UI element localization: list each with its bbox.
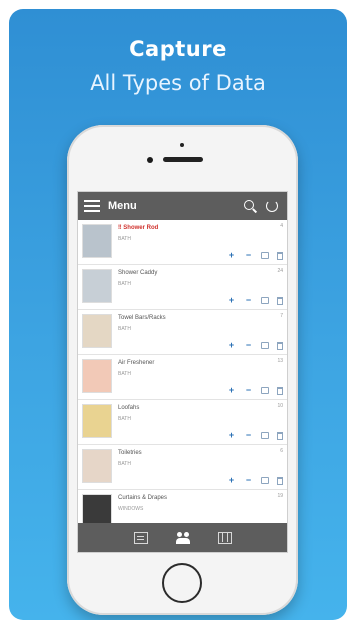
trash-icon[interactable]: [277, 476, 283, 485]
plus-icon[interactable]: +: [227, 341, 236, 350]
item-category: BATH: [118, 236, 131, 242]
item-category: BATH: [118, 281, 131, 287]
refresh-icon[interactable]: [263, 197, 281, 215]
inventory-icon[interactable]: [261, 342, 269, 349]
item-category: WINDOWS: [118, 506, 144, 512]
trash-icon[interactable]: [277, 251, 283, 260]
item-actions: + −: [227, 251, 283, 260]
list-item[interactable]: Shower Caddy BATH 24 + −: [78, 265, 287, 310]
phone-frame: Menu ‼ Shower Rod BATH 4 + − Shower Caddy BATH…: [67, 125, 298, 615]
item-category: BATH: [118, 371, 131, 377]
minus-icon[interactable]: −: [244, 476, 253, 485]
users-icon[interactable]: [175, 531, 190, 544]
item-thumbnail: [82, 359, 112, 393]
minus-icon[interactable]: −: [244, 251, 253, 260]
item-name: ‼ Shower Rod: [118, 225, 159, 231]
trash-icon[interactable]: [277, 296, 283, 305]
item-name: Air Freshener: [118, 360, 155, 366]
item-actions: + −: [227, 296, 283, 305]
item-list: ‼ Shower Rod BATH 4 + − Shower Caddy BATH 24 + − T…: [78, 220, 287, 525]
minus-icon[interactable]: −: [244, 386, 253, 395]
item-count: 19: [277, 493, 283, 499]
headline-title: Capture: [129, 37, 227, 61]
item-thumbnail: [82, 269, 112, 303]
item-name: Loofahs: [118, 405, 140, 411]
item-count: 4: [280, 223, 283, 229]
camera-icon: [147, 157, 153, 163]
bottom-tab-bar: [78, 523, 287, 552]
item-thumbnail: [82, 404, 112, 438]
item-name: Shower Caddy: [118, 270, 158, 276]
item-count: 13: [277, 358, 283, 364]
inventory-icon[interactable]: [261, 477, 269, 484]
item-count: 24: [277, 268, 283, 274]
item-name: Towel Bars/Racks: [118, 315, 166, 321]
plus-icon[interactable]: +: [227, 431, 236, 440]
inventory-icon[interactable]: [261, 432, 269, 439]
plus-icon[interactable]: +: [227, 296, 236, 305]
trash-icon[interactable]: [277, 431, 283, 440]
item-actions: + −: [227, 476, 283, 485]
item-thumbnail: [82, 224, 112, 258]
item-info: Curtains & Drapes WINDOWS: [118, 490, 287, 525]
item-count: 10: [277, 403, 283, 409]
list-item[interactable]: Toiletries BATH 6 + −: [78, 445, 287, 490]
list-item[interactable]: Towel Bars/Racks BATH 7 + −: [78, 310, 287, 355]
headline-subtitle: All Types of Data: [90, 71, 266, 95]
list-item[interactable]: ‼ Shower Rod BATH 4 + −: [78, 220, 287, 265]
item-actions: + −: [227, 386, 283, 395]
item-thumbnail: [82, 449, 112, 483]
grid-icon[interactable]: [217, 531, 232, 544]
item-count: 7: [280, 313, 283, 319]
item-thumbnail: [82, 494, 112, 525]
inventory-icon[interactable]: [261, 297, 269, 304]
plus-icon[interactable]: +: [227, 251, 236, 260]
item-category: BATH: [118, 326, 131, 332]
item-category: BATH: [118, 461, 131, 467]
hamburger-menu-icon[interactable]: [84, 200, 100, 212]
item-category: BATH: [118, 416, 131, 422]
speaker-icon: [163, 157, 203, 162]
item-name: Toiletries: [118, 450, 142, 456]
search-icon[interactable]: [241, 197, 259, 215]
promo-banner: Capture All Types of Data Menu ‼ Shower …: [9, 9, 347, 620]
plus-icon[interactable]: +: [227, 476, 236, 485]
sensor-icon: [180, 143, 184, 147]
toolbar-title: Menu: [108, 200, 137, 212]
list-item[interactable]: Air Freshener BATH 13 + −: [78, 355, 287, 400]
item-actions: + −: [227, 431, 283, 440]
list-item[interactable]: Curtains & Drapes WINDOWS 19: [78, 490, 287, 525]
app-screen: Menu ‼ Shower Rod BATH 4 + − Shower Caddy BATH…: [77, 191, 288, 553]
list-icon[interactable]: [133, 531, 148, 544]
inventory-icon[interactable]: [261, 252, 269, 259]
minus-icon[interactable]: −: [244, 341, 253, 350]
app-toolbar: Menu: [78, 192, 287, 220]
minus-icon[interactable]: −: [244, 296, 253, 305]
item-actions: + −: [227, 341, 283, 350]
trash-icon[interactable]: [277, 341, 283, 350]
home-button[interactable]: [162, 563, 202, 603]
plus-icon[interactable]: +: [227, 386, 236, 395]
trash-icon[interactable]: [277, 386, 283, 395]
inventory-icon[interactable]: [261, 387, 269, 394]
item-thumbnail: [82, 314, 112, 348]
minus-icon[interactable]: −: [244, 431, 253, 440]
item-count: 6: [280, 448, 283, 454]
item-name: Curtains & Drapes: [118, 495, 168, 501]
list-item[interactable]: Loofahs BATH 10 + −: [78, 400, 287, 445]
